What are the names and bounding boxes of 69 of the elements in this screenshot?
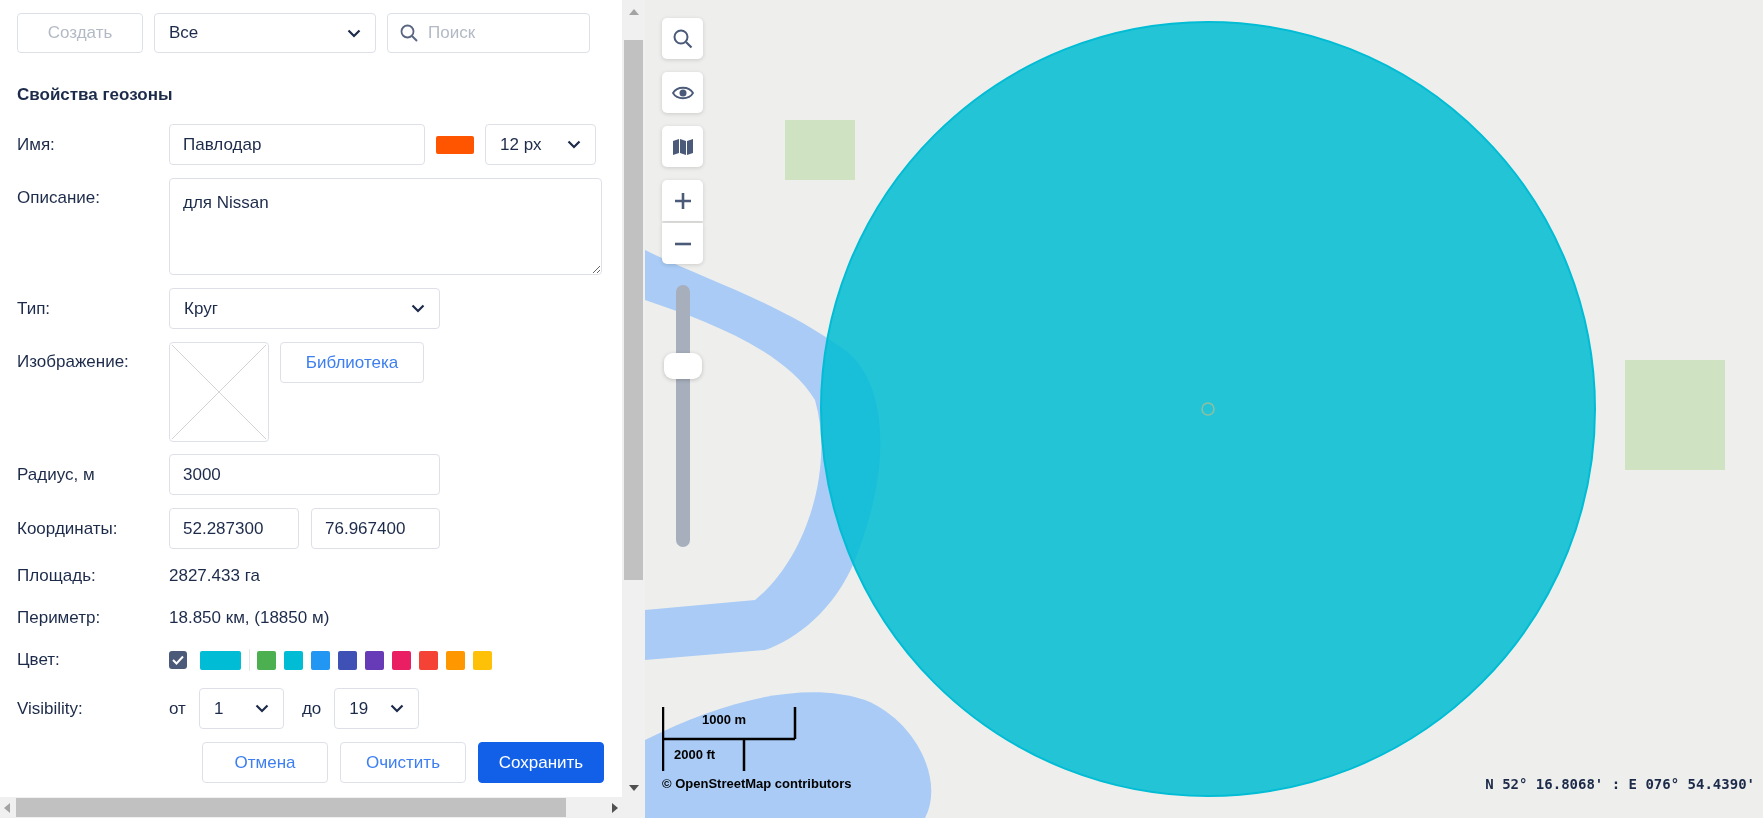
map-layers-button[interactable] — [662, 126, 703, 167]
save-button[interactable]: Сохранить — [478, 742, 604, 783]
field-label: Радиус, м — [17, 464, 96, 485]
to-label: до — [301, 698, 322, 719]
color-swatch[interactable] — [446, 650, 465, 670]
map-attribution: © OpenStreetMap contributors — [662, 776, 852, 791]
field-label: Visibility: — [17, 698, 84, 719]
filter-select[interactable]: Все — [154, 13, 376, 53]
map-search-button[interactable] — [662, 18, 703, 59]
center-marker — [1201, 402, 1215, 416]
latitude-field[interactable]: 52.287300 — [169, 508, 299, 549]
search-field[interactable]: Поиск — [387, 13, 590, 53]
min-zoom-select[interactable]: 1 — [198, 688, 284, 729]
visibility-button[interactable] — [662, 72, 703, 113]
perimeter-value: 18.850 км, (18850 м) — [169, 608, 330, 628]
type-select[interactable]: Круг — [169, 288, 440, 329]
name-field[interactable]: Павлодар — [169, 124, 425, 165]
radius-field[interactable]: 3000 — [169, 454, 440, 495]
field-label: Изображение: — [17, 351, 130, 372]
color-swatch[interactable] — [257, 650, 276, 670]
field-label: Цвет: — [17, 650, 61, 670]
color-swatch[interactable] — [392, 650, 411, 670]
eye-icon — [671, 85, 694, 100]
horizontal-scrollbar-thumb[interactable] — [16, 798, 566, 817]
plus-icon — [674, 192, 691, 209]
scroll-right-icon[interactable] — [612, 802, 618, 813]
color-checkbox[interactable] — [169, 651, 187, 669]
vertical-scrollbar-thumb[interactable] — [624, 40, 643, 580]
description-field[interactable]: для Nissan — [169, 178, 602, 275]
search-icon — [672, 28, 693, 49]
form-button[interactable]: Очистить — [340, 742, 466, 783]
chevron-down-icon — [390, 704, 405, 713]
field-label: Описание: — [17, 187, 101, 208]
chevron-down-icon — [567, 140, 581, 149]
area-value: 2827.433 га — [169, 566, 260, 586]
font-size-select[interactable]: 12 px — [485, 124, 596, 165]
zoom-in-button[interactable] — [662, 180, 703, 221]
cursor-coordinates: N 52° 16.8068' : E 076° 54.4390' — [1485, 776, 1755, 792]
color-swatch[interactable] — [365, 650, 384, 670]
chevron-down-icon — [347, 28, 361, 38]
minus-icon — [674, 241, 691, 246]
color-swatch[interactable] — [419, 650, 438, 670]
color-swatch[interactable] — [338, 650, 357, 670]
scale-imperial-label: 2000 ft — [674, 747, 716, 762]
longitude-field[interactable]: 76.967400 — [311, 508, 440, 549]
chevron-down-icon — [254, 704, 269, 713]
section-title: Свойства геозоны — [17, 85, 174, 105]
form-button[interactable]: Отмена — [202, 742, 328, 783]
color-swatch[interactable] — [311, 650, 330, 670]
field-label: Площадь: — [17, 566, 97, 586]
checkmark-icon — [172, 655, 184, 665]
scroll-up-icon[interactable] — [628, 9, 639, 15]
map-icon — [671, 137, 694, 156]
chevron-down-icon — [411, 304, 425, 313]
field-label: Имя: — [17, 134, 56, 155]
search-icon — [400, 24, 418, 42]
label-color-swatch[interactable] — [436, 135, 474, 154]
field-label: Координаты: — [17, 518, 119, 539]
color-swatch[interactable] — [473, 650, 492, 670]
library-button[interactable]: Библиотека — [280, 342, 424, 383]
zoom-slider-thumb[interactable] — [664, 353, 702, 380]
field-label: Периметр: — [17, 608, 102, 628]
field-label: Тип: — [17, 298, 52, 319]
from-label: от — [169, 698, 186, 719]
scroll-left-icon[interactable] — [4, 802, 10, 813]
max-zoom-select[interactable]: 19 — [334, 688, 420, 729]
scroll-down-icon[interactable] — [628, 785, 639, 791]
scale-metric-label: 1000 m — [702, 712, 747, 727]
color-swatch[interactable] — [284, 650, 303, 670]
